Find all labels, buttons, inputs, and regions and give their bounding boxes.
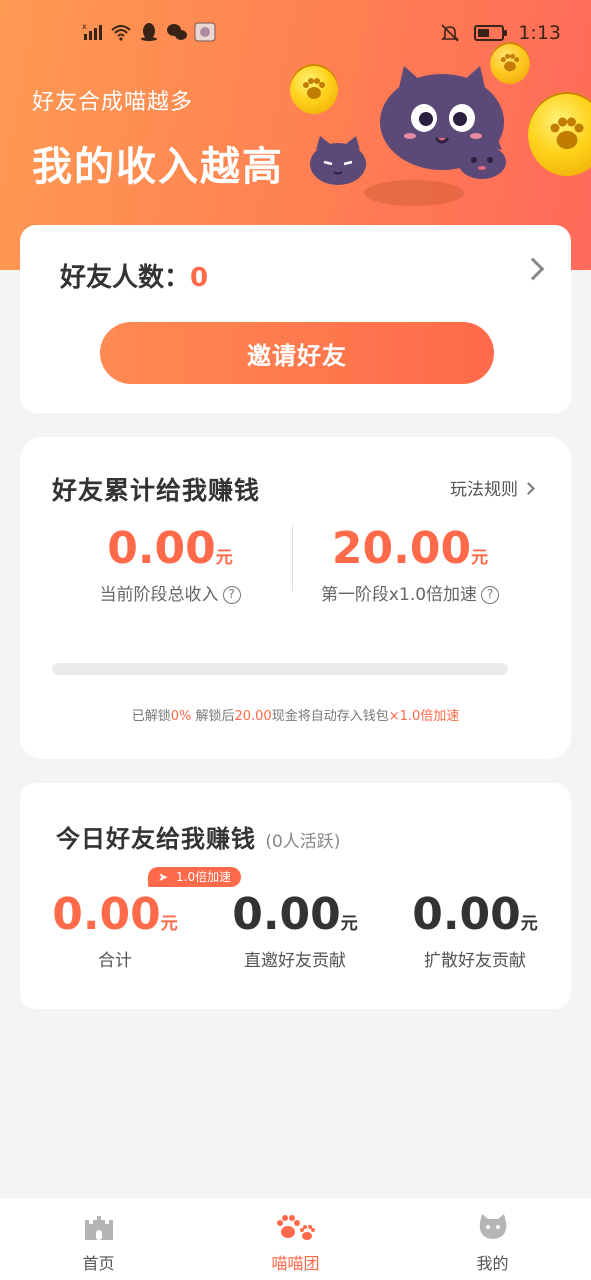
wechat-icon — [167, 24, 187, 40]
note-text: 已解锁 — [131, 709, 171, 724]
cat-face-icon — [479, 1214, 506, 1239]
invite-friends-button[interactable]: 邀请好友 — [100, 322, 494, 384]
friend-count-label: 好友人数： — [60, 263, 191, 293]
unlock-note: 已解锁0% 解锁后20.00现金将自动存入钱包×1.0倍加速 — [20, 705, 571, 724]
tab-mine[interactable]: 我的 — [394, 1198, 591, 1280]
battery-icon — [474, 25, 508, 41]
status-time: 1:13 — [518, 22, 561, 44]
note-text: 现金将自动存入钱包 — [271, 709, 389, 724]
spread-friends-value: 0.00 — [412, 889, 521, 940]
header-subtitle: 好友合成喵越多 — [32, 90, 194, 115]
paw-coin-icon — [290, 64, 338, 114]
total-stat: 0.00元 合计 — [50, 889, 180, 971]
rules-link-label: 玩法规则 — [450, 480, 518, 500]
stage-target-stat: 20.00元 第一阶段x1.0倍加速? — [310, 523, 510, 605]
direct-invite-value: 0.00 — [232, 889, 341, 940]
tab-home[interactable]: 首页 — [0, 1198, 197, 1280]
spread-friends-stat: 0.00元 扩散好友贡献 — [410, 889, 540, 971]
today-title-row: 今日好友给我赚钱 (0人活跃) — [56, 819, 340, 854]
rocket-icon: ➤ — [158, 870, 169, 884]
total-label: 合计 — [98, 951, 132, 971]
tab-label: 喵喵团 — [271, 1254, 320, 1273]
direct-invite-stat: 0.00元 直邀好友贡献 — [230, 889, 360, 971]
chevron-right-icon[interactable] — [521, 257, 545, 281]
current-income-value: 0.00 — [107, 523, 216, 574]
castle-icon — [84, 1216, 113, 1240]
friend-count-row[interactable]: 好友人数：0 — [60, 257, 208, 294]
cumulative-title: 好友累计给我赚钱 — [52, 476, 261, 505]
friend-count-value: 0 — [190, 263, 209, 293]
wifi-icon — [111, 25, 131, 41]
current-income-stat: 0.00元 当前阶段总收入? — [80, 523, 260, 605]
cat-shadow — [364, 180, 464, 206]
chevron-right-icon — [522, 482, 535, 495]
app-thumbnail-icon — [194, 22, 216, 42]
tab-label: 我的 — [476, 1254, 509, 1273]
mute-bell-icon — [441, 24, 460, 42]
stage-target-value: 20.00 — [331, 523, 472, 574]
active-friends-count: (0人活跃) — [265, 832, 341, 852]
rules-link[interactable]: 玩法规则 — [450, 475, 535, 500]
note-text: 解锁后 — [191, 709, 235, 724]
note-unlocked-percent: 0% — [170, 709, 192, 724]
boost-badge: ➤ 1.0倍加速 — [148, 867, 242, 887]
stage-target-unit: 元 — [471, 548, 489, 568]
header-title: 我的收入越高 — [32, 144, 284, 190]
note-boost: ×1.0倍加速 — [388, 709, 460, 724]
unlock-progress-bar — [52, 663, 508, 675]
purple-cat-icon — [310, 136, 366, 185]
svg-text:x: x — [82, 22, 87, 31]
direct-invite-unit: 元 — [340, 914, 358, 934]
total-unit: 元 — [160, 914, 178, 934]
stat-divider — [292, 525, 293, 591]
stage-target-label: 第一阶段x1.0倍加速 — [320, 585, 478, 605]
direct-invite-label: 直邀好友贡献 — [244, 951, 346, 971]
tab-miaomiao-team[interactable]: 喵喵团 — [197, 1198, 394, 1280]
tab-label: 首页 — [82, 1254, 115, 1273]
boost-badge-label: 1.0倍加速 — [176, 870, 232, 884]
spread-friends-unit: 元 — [520, 914, 538, 934]
help-icon[interactable]: ? — [481, 586, 500, 604]
bottom-tab-bar: 首页 喵喵团 我的 — [0, 1197, 591, 1280]
current-income-label: 当前阶段总收入 — [99, 585, 219, 605]
total-value: 0.00 — [52, 889, 161, 940]
qq-icon — [141, 23, 157, 41]
help-icon[interactable]: ? — [222, 586, 241, 604]
note-amount: 20.00 — [234, 709, 272, 724]
today-earnings-card: 今日好友给我赚钱 (0人活跃) ➤ 1.0倍加速 0.00元 合计 0.00元 … — [20, 783, 571, 1009]
current-income-unit: 元 — [215, 548, 233, 568]
friends-card: 好友人数：0 邀请好友 — [20, 225, 571, 413]
purple-cat-icon — [458, 140, 506, 179]
signal-icon: x — [82, 22, 102, 40]
today-title: 今日好友给我赚钱 — [56, 825, 256, 853]
spread-friends-label: 扩散好友贡献 — [424, 951, 526, 971]
paw-coin-icon — [528, 92, 591, 176]
cumulative-earnings-card: 好友累计给我赚钱 玩法规则 0.00元 当前阶段总收入? 20.00元 第一阶段… — [20, 437, 571, 759]
paw-icon — [276, 1215, 315, 1240]
